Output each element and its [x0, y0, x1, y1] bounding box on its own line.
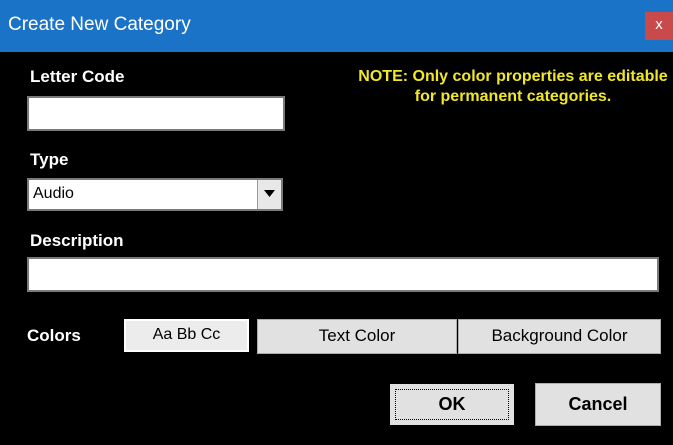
- window-title: Create New Category: [8, 14, 191, 35]
- color-sample-preview[interactable]: Aa Bb Cc: [124, 319, 249, 352]
- letter-code-input[interactable]: [27, 96, 285, 131]
- description-input[interactable]: [27, 257, 659, 292]
- close-icon: x: [655, 16, 663, 33]
- colors-label: Colors: [27, 326, 81, 345]
- type-selected-value: Audio: [33, 185, 74, 202]
- description-label: Description: [30, 231, 124, 250]
- type-select[interactable]: Audio: [27, 178, 283, 211]
- cancel-button[interactable]: Cancel: [535, 383, 661, 426]
- background-color-button[interactable]: Background Color: [458, 319, 661, 354]
- ok-button-label: OK: [438, 394, 466, 414]
- permanent-category-note: NOTE: Only color properties are editable…: [358, 68, 668, 105]
- close-button[interactable]: x: [645, 12, 673, 40]
- chevron-down-icon: [264, 190, 275, 197]
- dropdown-arrow-button[interactable]: [257, 180, 281, 209]
- type-label: Type: [30, 150, 69, 169]
- title-bar[interactable]: Create New Category x: [0, 0, 673, 52]
- ok-button[interactable]: OK: [389, 383, 515, 426]
- letter-code-label: Letter Code: [30, 67, 125, 86]
- text-color-button[interactable]: Text Color: [257, 319, 457, 354]
- create-category-dialog: Create New Category x Letter Code NOTE: …: [0, 0, 673, 445]
